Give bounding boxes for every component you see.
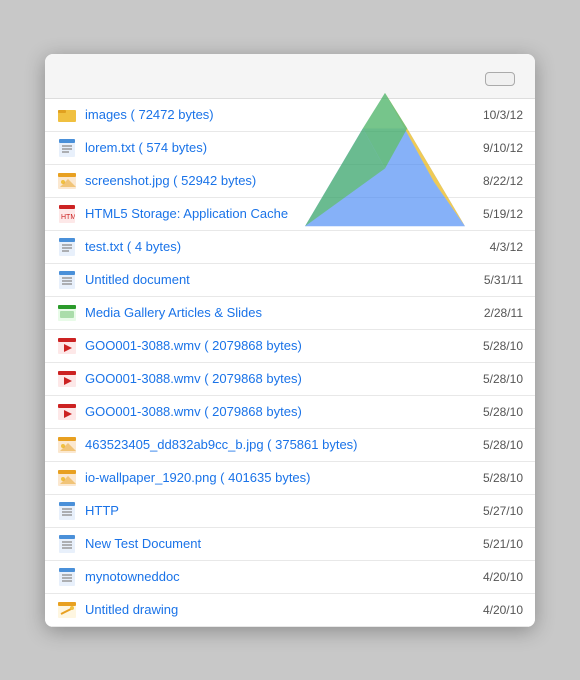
list-item: screenshot.jpg ( 52942 bytes) 8/22/12 <box>45 165 535 198</box>
wmv-icon <box>57 402 77 422</box>
file-name[interactable]: GOO001-3088.wmv ( 2079868 bytes) <box>85 404 473 419</box>
list-item: mynotowneddoc 4/20/10 <box>45 561 535 594</box>
file-name[interactable]: HTTP <box>85 503 473 518</box>
list-item: Untitled drawing 4/20/10 <box>45 594 535 627</box>
txt-icon <box>57 237 77 257</box>
list-item: Untitled document 5/31/11 <box>45 264 535 297</box>
file-name[interactable]: images ( 72472 bytes) <box>85 107 473 122</box>
img-icon <box>57 468 77 488</box>
file-date: 5/28/10 <box>483 339 523 353</box>
file-list: images ( 72472 bytes) 10/3/12 lorem.txt ( … <box>45 98 535 627</box>
file-name[interactable]: test.txt ( 4 bytes) <box>85 239 480 254</box>
list-item: io-wallpaper_1920.png ( 401635 bytes) 5/2… <box>45 462 535 495</box>
list-item: HTTP 5/27/10 <box>45 495 535 528</box>
folder-icon <box>57 105 77 125</box>
list-item: GOO001-3088.wmv ( 2079868 bytes) 5/28/10 <box>45 330 535 363</box>
drawing-icon <box>57 600 77 620</box>
wmv-icon <box>57 369 77 389</box>
file-name[interactable]: New Test Document <box>85 536 473 551</box>
file-name[interactable]: mynotowneddoc <box>85 569 473 584</box>
slides-icon <box>57 303 77 323</box>
file-date: 5/28/10 <box>483 438 523 452</box>
list-item: test.txt ( 4 bytes) 4/3/12 <box>45 231 535 264</box>
list-item: GOO001-3088.wmv ( 2079868 bytes) 5/28/10 <box>45 396 535 429</box>
refresh-button[interactable] <box>485 72 515 86</box>
file-name[interactable]: GOO001-3088.wmv ( 2079868 bytes) <box>85 338 473 353</box>
app-window: images ( 72472 bytes) 10/3/12 lorem.txt ( … <box>45 54 535 627</box>
img-icon <box>57 435 77 455</box>
file-name[interactable]: lorem.txt ( 574 bytes) <box>85 140 473 155</box>
file-name[interactable]: Untitled drawing <box>85 602 473 617</box>
list-item: HTML HTML5 Storage: Application Cache 5/19… <box>45 198 535 231</box>
file-name[interactable]: 463523405_dd832ab9cc_b.jpg ( 375861 byte… <box>85 437 473 452</box>
list-item: New Test Document 5/21/10 <box>45 528 535 561</box>
file-date: 5/28/10 <box>483 471 523 485</box>
doc-icon <box>57 567 77 587</box>
file-date: 2/28/11 <box>484 306 523 320</box>
file-date: 5/28/10 <box>483 372 523 386</box>
file-date: 5/28/10 <box>483 405 523 419</box>
list-item: lorem.txt ( 574 bytes) 9/10/12 <box>45 132 535 165</box>
file-name[interactable]: GOO001-3088.wmv ( 2079868 bytes) <box>85 371 473 386</box>
file-name[interactable]: HTML5 Storage: Application Cache <box>85 206 473 221</box>
file-date: 5/21/10 <box>483 537 523 551</box>
txt-icon <box>57 138 77 158</box>
list-item: GOO001-3088.wmv ( 2079868 bytes) 5/28/10 <box>45 363 535 396</box>
file-date: 4/20/10 <box>483 603 523 617</box>
header <box>45 54 535 98</box>
file-date: 8/22/12 <box>483 174 523 188</box>
svg-text:HTML: HTML <box>61 214 75 221</box>
img-icon <box>57 171 77 191</box>
list-item: images ( 72472 bytes) 10/3/12 <box>45 99 535 132</box>
wmv-icon <box>57 336 77 356</box>
doc-icon <box>57 501 77 521</box>
doc-icon <box>57 534 77 554</box>
file-name[interactable]: Untitled document <box>85 272 474 287</box>
file-date: 4/3/12 <box>490 240 523 254</box>
file-name[interactable]: screenshot.jpg ( 52942 bytes) <box>85 173 473 188</box>
html-icon: HTML <box>57 204 77 224</box>
file-date: 9/10/12 <box>483 141 523 155</box>
file-date: 4/20/10 <box>483 570 523 584</box>
file-name[interactable]: Media Gallery Articles & Slides <box>85 305 474 320</box>
file-date: 5/27/10 <box>483 504 523 518</box>
file-date: 5/19/12 <box>483 207 523 221</box>
list-item: 463523405_dd832ab9cc_b.jpg ( 375861 byte… <box>45 429 535 462</box>
file-date: 5/31/11 <box>484 273 523 287</box>
list-item: Media Gallery Articles & Slides 2/28/11 <box>45 297 535 330</box>
file-date: 10/3/12 <box>483 108 523 122</box>
doc-icon <box>57 270 77 290</box>
file-name[interactable]: io-wallpaper_1920.png ( 401635 bytes) <box>85 470 473 485</box>
